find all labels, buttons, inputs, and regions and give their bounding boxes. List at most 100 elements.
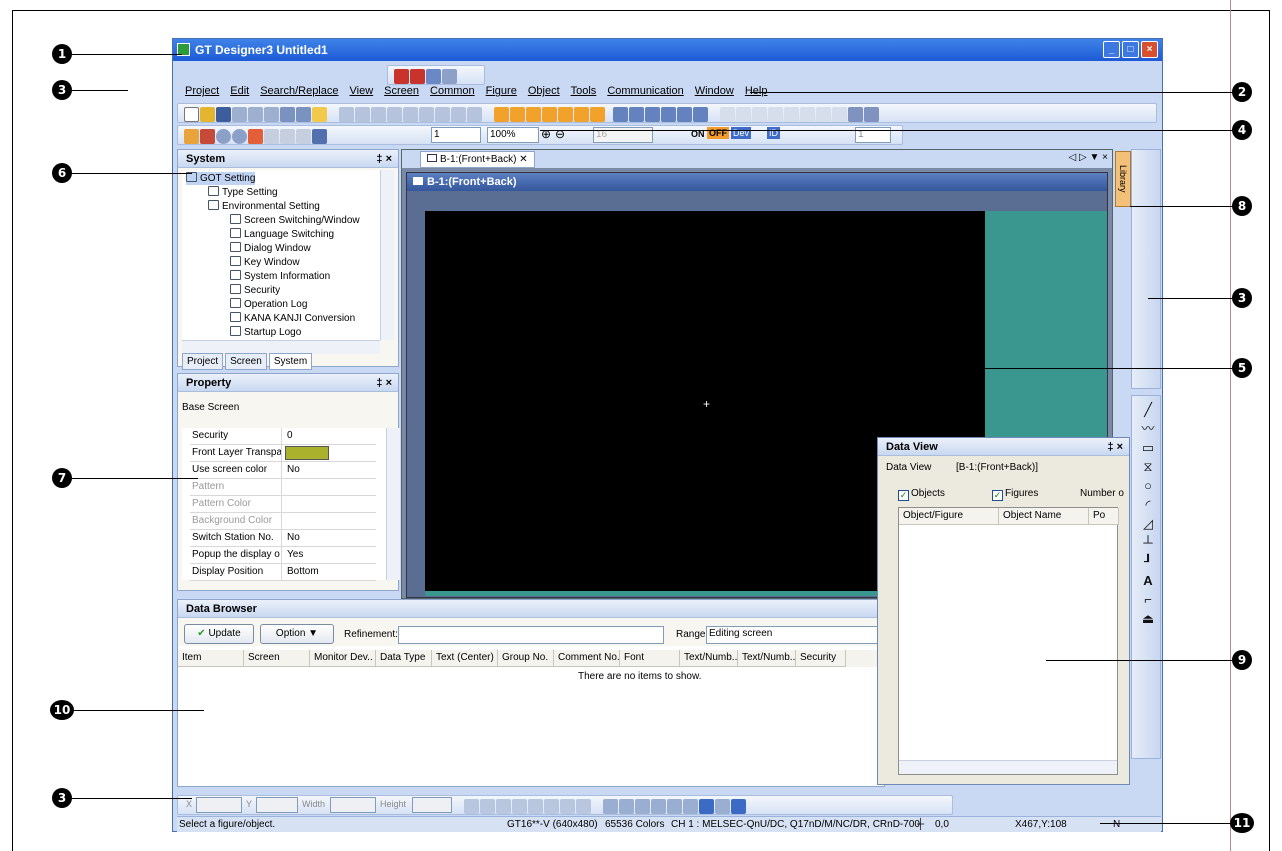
column-header[interactable]: Text/Numb.. xyxy=(738,650,796,667)
col-position[interactable]: Po xyxy=(1089,508,1119,525)
align-icon[interactable] xyxy=(371,106,386,122)
minimize-button[interactable]: _ xyxy=(1103,41,1120,58)
close-button[interactable]: × xyxy=(1141,41,1158,58)
menu-object[interactable]: Object xyxy=(528,85,560,101)
tab-screen[interactable]: Screen xyxy=(225,353,267,370)
dev-button[interactable]: Dev xyxy=(731,127,752,139)
close-window-icon[interactable] xyxy=(410,68,425,84)
menu-window[interactable]: Window xyxy=(695,85,734,101)
tree-item[interactable]: Security xyxy=(230,284,280,297)
column-header[interactable]: Text/Numb.. xyxy=(680,650,738,667)
text-color-icon[interactable] xyxy=(699,798,714,814)
menu-communication[interactable]: Communication xyxy=(607,85,683,101)
property-value[interactable]: No xyxy=(285,462,376,478)
column-header[interactable]: Font xyxy=(620,650,680,667)
maximize-button[interactable]: □ xyxy=(1122,41,1139,58)
tree-item[interactable]: Key Window xyxy=(230,256,300,269)
order-icon[interactable] xyxy=(451,106,466,122)
order-icon[interactable] xyxy=(435,106,450,122)
menu-tools[interactable]: Tools xyxy=(571,85,597,101)
screen-number-field[interactable]: 1 xyxy=(431,127,481,143)
range-select[interactable]: Editing screen xyxy=(706,626,882,644)
copy-icon[interactable] xyxy=(248,106,263,122)
edit-tool-icon[interactable] xyxy=(864,106,879,122)
refinement-input[interactable] xyxy=(398,626,664,644)
column-header[interactable]: Data Type xyxy=(376,650,432,667)
layer-icon[interactable] xyxy=(629,106,644,122)
library-icon[interactable] xyxy=(542,106,557,122)
tree-vertical-scrollbar[interactable] xyxy=(380,170,394,340)
data-icon[interactable] xyxy=(574,106,589,122)
y-field[interactable] xyxy=(256,797,298,813)
fill-icon[interactable] xyxy=(651,798,666,814)
panel-pin-close[interactable]: ‡ × xyxy=(1107,438,1123,456)
data-view-list[interactable]: Object/Figure Object Name Po xyxy=(898,507,1119,775)
line-width-icon[interactable] xyxy=(619,798,634,814)
property-row[interactable]: Switch Station No. No xyxy=(190,530,376,547)
text-abc-icon[interactable] xyxy=(693,106,708,122)
open-icon[interactable] xyxy=(200,106,215,122)
sector-tool-icon[interactable]: ◿ xyxy=(1134,514,1162,533)
column-header[interactable]: Security xyxy=(796,650,846,667)
tree-item[interactable]: Type Setting xyxy=(208,186,278,199)
tree-item[interactable]: Screen Switching/Window xyxy=(230,214,360,227)
property-value[interactable]: Yes xyxy=(285,547,376,563)
column-header[interactable]: Screen xyxy=(244,650,310,667)
scale-tool-icon[interactable]: ┴ xyxy=(1134,533,1162,552)
width-field[interactable] xyxy=(330,797,376,813)
property-row[interactable]: Popup the display o Yes xyxy=(190,547,376,564)
menu-project[interactable]: Project xyxy=(185,85,219,101)
col-object-figure[interactable]: Object/Figure xyxy=(899,508,999,525)
screen-icon[interactable] xyxy=(526,106,541,122)
tree-item[interactable]: System Information xyxy=(230,270,330,283)
group-icon[interactable] xyxy=(403,106,418,122)
forward-icon[interactable] xyxy=(232,128,247,144)
circle-tool-icon[interactable]: ○ xyxy=(1134,476,1162,495)
fill-color-icon[interactable] xyxy=(683,798,698,814)
back-icon[interactable] xyxy=(216,128,231,144)
tab-close-icon[interactable]: ✕ xyxy=(519,154,527,165)
property-scrollbar[interactable] xyxy=(386,428,400,580)
column-header[interactable]: Comment No. xyxy=(554,650,620,667)
redo-icon[interactable] xyxy=(296,106,311,122)
tree-item[interactable]: GOT Setting xyxy=(186,172,256,185)
id-button[interactable]: ID xyxy=(767,127,780,139)
line-tool-icon[interactable]: ╱ xyxy=(1134,400,1162,419)
objects-checkbox[interactable]: ✓ Objects xyxy=(898,488,945,501)
data-icon[interactable] xyxy=(558,106,573,122)
rectangle-tool-icon[interactable]: ▭ xyxy=(1134,438,1162,457)
tree-item[interactable]: Startup Logo xyxy=(230,326,301,339)
column-header[interactable]: Text (Center) xyxy=(432,650,498,667)
figures-checkbox[interactable]: ✓ Figures xyxy=(992,488,1038,501)
tile-icon[interactable] xyxy=(426,68,441,84)
property-value[interactable]: Bottom xyxy=(285,564,376,580)
align-top-icon[interactable] xyxy=(512,798,527,814)
rotate-icon[interactable] xyxy=(467,106,482,122)
menu-view[interactable]: View xyxy=(350,85,374,101)
menu-help[interactable]: Help xyxy=(745,85,768,101)
arc-tool-icon[interactable]: ◜ xyxy=(1134,495,1162,514)
column-header[interactable]: Item xyxy=(178,650,244,667)
pattern-icon[interactable] xyxy=(264,128,279,144)
tree-item[interactable]: Dialog Window xyxy=(230,242,311,255)
fill-tool-icon[interactable]: ⏏ xyxy=(1134,609,1162,628)
shape-icon[interactable] xyxy=(280,128,295,144)
zoom-select[interactable]: 100% xyxy=(487,127,539,143)
column-header[interactable]: Group No. xyxy=(498,650,554,667)
tab-system[interactable]: System xyxy=(268,353,313,370)
off-button[interactable]: OFF xyxy=(707,127,729,139)
distribute-icon[interactable] xyxy=(576,798,591,814)
align-center-icon[interactable] xyxy=(480,798,495,814)
pattern-icon[interactable] xyxy=(667,798,682,814)
distribute-icon[interactable] xyxy=(560,798,575,814)
menu-edit[interactable]: Edit xyxy=(230,85,249,101)
align-bottom-icon[interactable] xyxy=(544,798,559,814)
align-icon[interactable] xyxy=(355,106,370,122)
group-icon[interactable] xyxy=(419,106,434,122)
paste-icon[interactable] xyxy=(264,106,279,122)
tab-navigation[interactable]: ◁ ▷ ▼ × xyxy=(1069,152,1108,163)
paint-tool-icon[interactable]: ⌐ xyxy=(1134,590,1162,609)
x-field[interactable] xyxy=(196,797,242,813)
new-window-icon[interactable] xyxy=(394,68,409,84)
new-icon[interactable] xyxy=(184,106,199,122)
